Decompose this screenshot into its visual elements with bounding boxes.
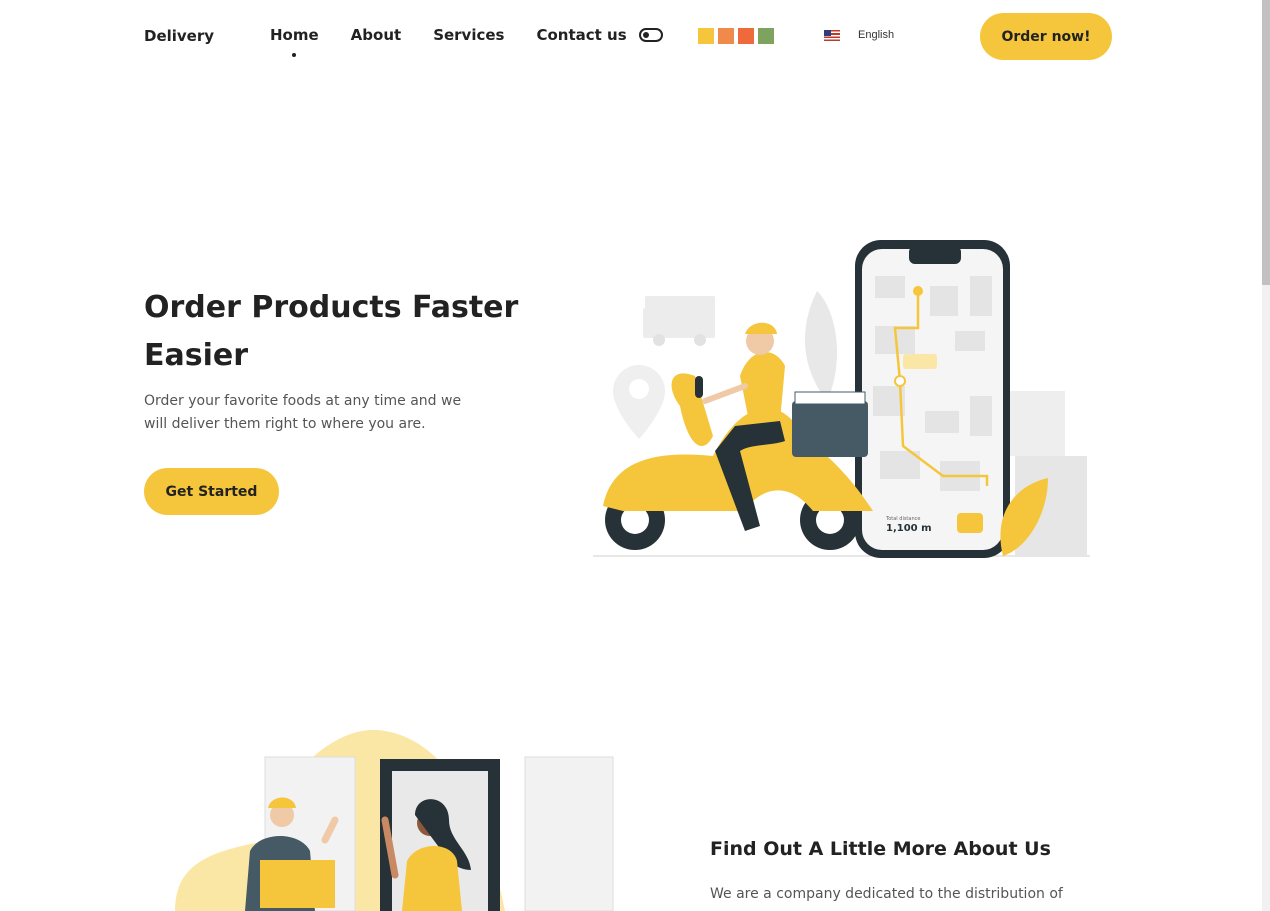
toggle-knob <box>643 32 649 38</box>
nav-about[interactable]: About <box>351 26 402 44</box>
rider-cap <box>745 322 777 334</box>
background-box <box>1005 391 1065 456</box>
destination-pin-icon <box>913 286 923 296</box>
swatch-green[interactable] <box>758 28 774 44</box>
us-flag-icon <box>824 29 840 41</box>
language-selector[interactable]: English <box>824 29 894 41</box>
brand-logo[interactable]: Delivery <box>144 27 214 45</box>
map-label <box>903 354 937 369</box>
parcel-box <box>260 860 335 908</box>
theme-toggle-icon[interactable] <box>639 28 663 42</box>
distance-value: 1,100 m <box>886 523 932 534</box>
background-truck-icon <box>643 296 715 346</box>
about-title: Find Out A Little More About Us <box>710 838 1051 860</box>
swatch-red-orange[interactable] <box>738 28 754 44</box>
nav-contact[interactable]: Contact us <box>536 26 626 44</box>
page-scrollbar[interactable] <box>1262 0 1270 911</box>
swatch-yellow[interactable] <box>698 28 714 44</box>
color-swatches <box>698 28 774 44</box>
swatch-orange[interactable] <box>718 28 734 44</box>
hero-description: Order your favorite foods at any time an… <box>144 393 462 432</box>
background-plant <box>804 291 838 401</box>
delivery-scooter-illustration: Total distance 1,100 m <box>593 240 1090 558</box>
main-nav: Home About Services Contact us <box>270 26 627 57</box>
site-header: Delivery Home About Services Contact us … <box>0 0 1262 75</box>
waypoint-icon <box>894 375 906 387</box>
language-label: English <box>858 29 895 41</box>
scrollbar-thumb[interactable] <box>1262 0 1270 285</box>
phone-notch <box>909 246 961 264</box>
delivery-box <box>792 401 868 457</box>
scooter-handle <box>695 376 703 398</box>
customer-shirt <box>402 846 462 911</box>
nav-home[interactable]: Home <box>270 26 319 57</box>
hero-title: Order Products Faster Easier <box>144 290 519 373</box>
about-description: We are a company dedicated to the distri… <box>710 886 1063 902</box>
get-started-button[interactable]: Get Started <box>144 468 279 515</box>
delivery-handoff-illustration <box>175 729 614 911</box>
scooter-front-shield <box>671 373 713 446</box>
order-now-button[interactable]: Order now! <box>980 13 1112 60</box>
nav-services[interactable]: Services <box>433 26 504 44</box>
distance-label: Total distance <box>885 516 920 522</box>
chat-truck-icon <box>957 513 983 533</box>
background-pin-icon <box>613 365 665 439</box>
window-right <box>524 756 614 911</box>
